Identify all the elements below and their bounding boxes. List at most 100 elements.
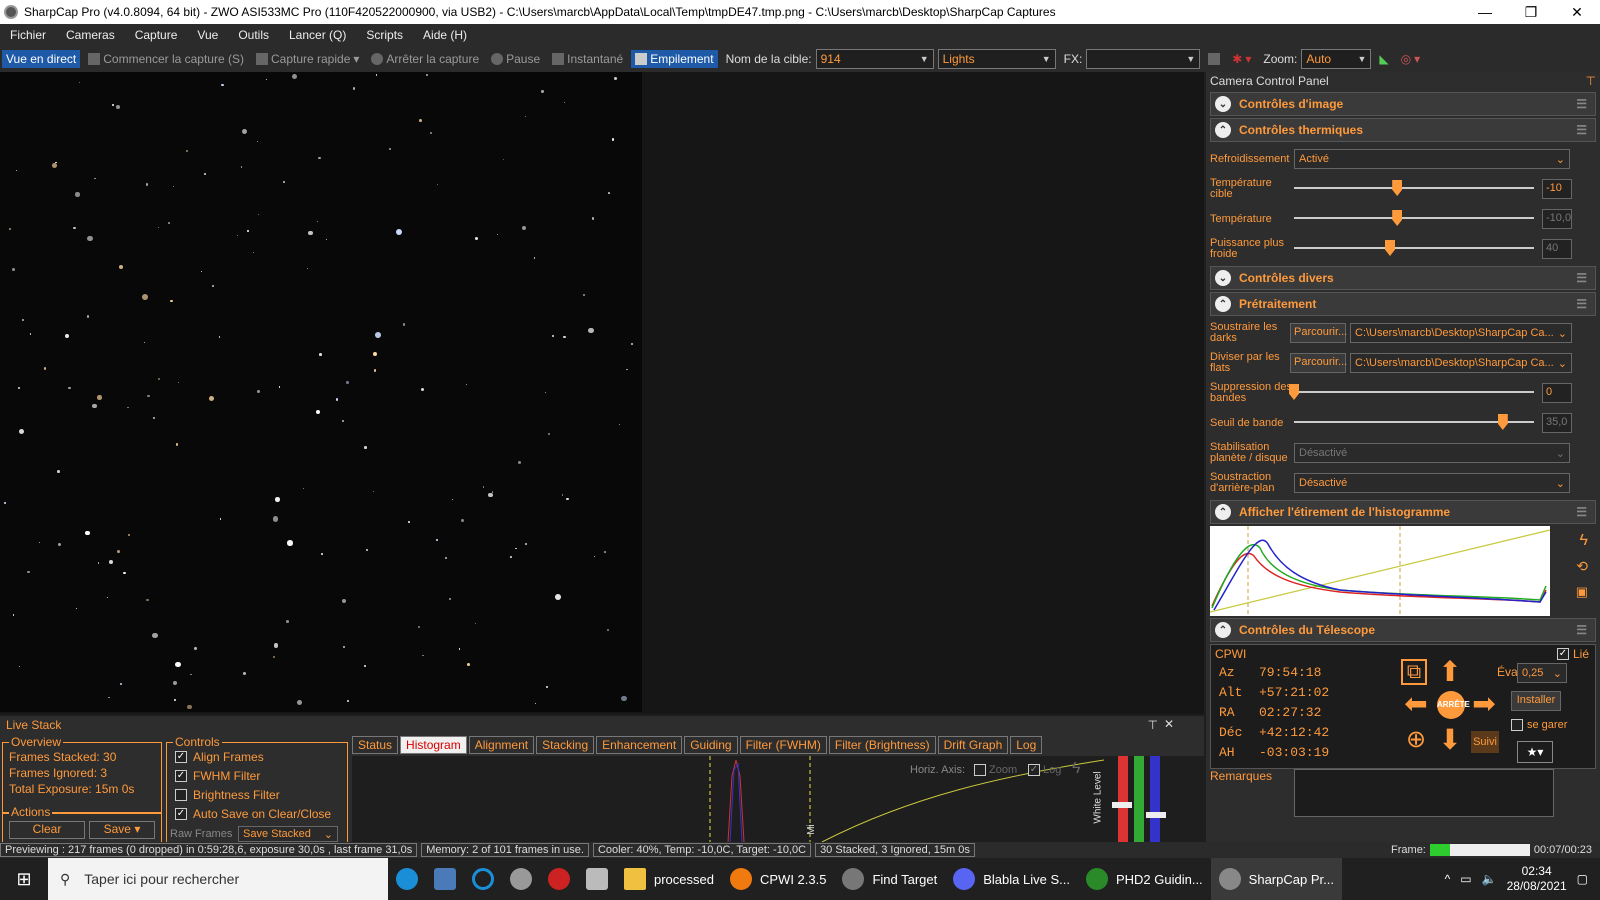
menu-outils[interactable]: Outils xyxy=(228,28,279,42)
fx-select[interactable]: ▼ xyxy=(1086,49,1201,69)
tab-guiding[interactable]: Guiding xyxy=(684,736,738,754)
chevron-down-icon[interactable]: ▾ xyxy=(353,52,359,66)
track-button[interactable]: Suivi xyxy=(1471,731,1499,753)
section-preprocessing[interactable]: ⌃ Prétraitement ☰ xyxy=(1210,292,1596,316)
close-button[interactable]: ✕ xyxy=(1554,4,1600,21)
taskbar-app-find-target[interactable]: Find Target xyxy=(834,858,945,900)
reset-icon[interactable]: ⟲ xyxy=(1576,558,1588,575)
auto-save-checkbox[interactable]: ✓ Auto Save on Clear/Close xyxy=(175,804,339,823)
section-image-controls[interactable]: ⌄ Contrôles d'image ☰ xyxy=(1210,92,1596,116)
taskbar-app-cpwi[interactable]: CPWI 2.3.5 xyxy=(722,858,834,900)
flats-browse-button[interactable]: Parcourir... xyxy=(1290,353,1347,373)
focus-button[interactable]: ◎ ▾ xyxy=(1397,50,1425,68)
menu-vue[interactable]: Vue xyxy=(187,28,228,42)
battery-icon[interactable]: ▭ xyxy=(1460,872,1471,886)
taskbar-search-box[interactable]: ⚲ Taper ici pour rechercher xyxy=(48,858,388,900)
stack-histogram-area[interactable]: Mi Horiz. Axis: Zoom ✓ Log ϟ White Level xyxy=(352,756,1204,843)
histogram-button[interactable]: ◣ xyxy=(1375,50,1392,68)
red-app-icon[interactable] xyxy=(540,858,578,900)
tab-histogram[interactable]: Histogram xyxy=(400,736,467,754)
stellarium-icon[interactable] xyxy=(426,858,464,900)
tab-drift-graph[interactable]: Drift Graph xyxy=(937,736,1009,754)
darks-path-select[interactable]: C:\Users\marcb\Desktop\SharpCap Ca... ⌄ xyxy=(1350,323,1572,343)
taskbar-app-phd2[interactable]: PHD2 Guidin... xyxy=(1078,858,1211,900)
minimize-button[interactable]: — xyxy=(1462,4,1508,20)
zoom-checkbox[interactable]: Zoom xyxy=(974,764,1017,776)
taskbar-app-processed[interactable]: processed xyxy=(616,858,722,900)
taskbar-clock[interactable]: 02:34 28/08/2021 xyxy=(1507,864,1567,894)
darks-browse-button[interactable]: Parcourir... xyxy=(1290,323,1347,343)
tab-filter-fwhm[interactable]: Filter (FWHM) xyxy=(739,736,827,754)
taskbar-app-sharpcap[interactable]: SharpCap Pr... xyxy=(1210,858,1342,900)
fwhm-filter-checkbox[interactable]: ✓ FWHM Filter xyxy=(175,766,339,785)
start-capture-button[interactable]: Commencer la capture (S) xyxy=(84,50,248,68)
drag-handle-icon[interactable]: ☰ xyxy=(1576,505,1587,519)
clear-button[interactable]: Clear xyxy=(9,821,85,839)
stacking-button[interactable]: Empilement xyxy=(631,50,718,68)
slider-thumb[interactable] xyxy=(1497,414,1508,430)
frame-type-select[interactable]: Lights ▼ xyxy=(937,49,1056,69)
save-icon[interactable]: ▣ xyxy=(1576,584,1588,600)
section-histogram-stretch[interactable]: ⌃ Afficher l'étirement de l'histogramme … xyxy=(1210,500,1596,524)
telescope-app-icon[interactable] xyxy=(502,858,540,900)
pin-icon[interactable]: ⊤ xyxy=(1586,74,1596,88)
threshold-value[interactable]: 35,0 xyxy=(1542,413,1572,433)
ccleaner-icon[interactable] xyxy=(464,858,502,900)
blue-level-bar[interactable] xyxy=(1150,756,1160,842)
goto-icon[interactable]: ⧉ xyxy=(1401,659,1427,685)
taskbar-app-discord[interactable]: Blabla Live S... xyxy=(945,858,1078,900)
pause-button[interactable]: Pause xyxy=(487,50,544,68)
target-temp-slider[interactable] xyxy=(1294,179,1534,199)
lightning-icon[interactable]: ϟ xyxy=(1072,760,1080,778)
log-checkbox[interactable]: ✓ Log xyxy=(1028,764,1061,776)
live-view-button[interactable]: Vue en direct xyxy=(2,50,81,68)
install-button[interactable]: Installer xyxy=(1511,691,1561,711)
close-icon[interactable]: ✕ xyxy=(1164,717,1174,731)
star-app-icon[interactable] xyxy=(578,858,616,900)
red-level-handle[interactable] xyxy=(1112,802,1132,808)
chevron-up-icon[interactable]: ^ xyxy=(1445,872,1451,886)
arrow-left-icon[interactable]: ⬅ xyxy=(1401,689,1431,719)
menu-lancer[interactable]: Lancer (Q) xyxy=(279,28,356,42)
menu-capture[interactable]: Capture xyxy=(125,28,188,42)
blue-level-handle[interactable] xyxy=(1146,812,1166,818)
volume-icon[interactable]: 🔈 xyxy=(1482,872,1497,886)
notification-icon[interactable]: ▢ xyxy=(1577,872,1588,886)
stop-capture-button[interactable]: Arrêter la capture xyxy=(367,50,483,68)
linked-checkbox[interactable]: ✓ Lié xyxy=(1556,647,1589,661)
section-telescope-controls[interactable]: ⌃ Contrôles du Télescope ☰ xyxy=(1210,618,1596,642)
target-temp-value[interactable]: -10 xyxy=(1542,179,1572,199)
windows-start-icon[interactable]: ⊞ xyxy=(0,858,48,900)
center-target-icon[interactable]: ⊕ xyxy=(1401,725,1431,755)
threshold-slider[interactable] xyxy=(1294,413,1534,433)
align-frames-checkbox[interactable]: ✓ Align Frames xyxy=(175,747,339,766)
rate-select[interactable]: 0,25 ⌄ xyxy=(1517,663,1567,683)
histogram-stretch-graph[interactable]: ϟ ⟲ ▣ xyxy=(1210,526,1596,616)
drag-handle-icon[interactable]: ☰ xyxy=(1576,297,1587,311)
drag-handle-icon[interactable]: ☰ xyxy=(1576,123,1587,137)
arrow-up-icon[interactable]: ⬆ xyxy=(1435,657,1465,687)
menu-cameras[interactable]: Cameras xyxy=(56,28,125,42)
section-misc-controls[interactable]: ⌄ Contrôles divers ☰ xyxy=(1210,266,1596,290)
park-checkbox[interactable]: se garer xyxy=(1511,719,1567,731)
stabilisation-select[interactable]: Désactivé ⌄ xyxy=(1294,443,1570,463)
stop-button[interactable]: ARRÊTE xyxy=(1437,691,1470,719)
lightning-icon[interactable]: ϟ xyxy=(1580,532,1588,550)
red-level-bar[interactable] xyxy=(1118,756,1128,842)
tab-log[interactable]: Log xyxy=(1010,736,1043,754)
arrow-right-icon[interactable]: ➡ xyxy=(1469,689,1499,719)
cooling-select[interactable]: Activé ⌄ xyxy=(1294,149,1570,169)
zoom-select[interactable]: Auto ▼ xyxy=(1301,49,1372,69)
snapshot-button[interactable]: Instantané xyxy=(548,50,627,68)
slider-thumb[interactable] xyxy=(1392,180,1403,196)
reticle-button[interactable] xyxy=(1204,51,1224,67)
favorites-star-icon[interactable]: ★▾ xyxy=(1517,741,1553,763)
brightness-filter-checkbox[interactable]: Brightness Filter xyxy=(175,785,339,804)
drag-handle-icon[interactable]: ☰ xyxy=(1576,623,1587,637)
drag-handle-icon[interactable]: ☰ xyxy=(1576,97,1587,111)
raw-frames-select[interactable]: Save Stacked ⌄ xyxy=(238,826,338,842)
save-button[interactable]: Save ▾ xyxy=(89,821,155,839)
arrow-down-icon[interactable]: ⬇ xyxy=(1435,725,1465,755)
quick-capture-button[interactable]: Capture rapide ▾ xyxy=(252,50,363,68)
tab-stacking[interactable]: Stacking xyxy=(536,736,595,754)
